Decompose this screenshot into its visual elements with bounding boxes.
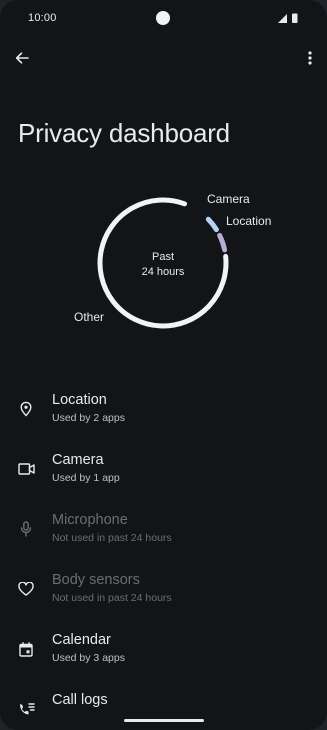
permission-title: Location [52, 392, 107, 408]
more-options-button[interactable] [296, 44, 324, 72]
signal-battery-icons [278, 13, 298, 23]
permission-item-microphone[interactable]: Microphone Not used in past 24 hours [0, 497, 327, 557]
location-pin-icon [16, 399, 36, 419]
permission-title: Body sensors [52, 572, 140, 588]
back-button[interactable] [8, 44, 36, 72]
permission-status: Used by 1 app [52, 472, 120, 484]
arrow-back-icon [15, 52, 29, 64]
page-title: Privacy dashboard [18, 118, 230, 148]
app-bar [0, 40, 327, 76]
donut-segment-location [217, 232, 228, 253]
permission-title: Microphone [52, 512, 128, 528]
permission-status: Used by 3 apps [52, 652, 125, 664]
status-time: 10:00 [28, 12, 57, 24]
battery-icon [292, 13, 298, 23]
permission-title: Camera [52, 452, 104, 468]
calendar-icon [16, 639, 36, 659]
permission-status: Not used in past 24 hours [52, 532, 172, 544]
donut-center-line1: Past [151, 251, 174, 263]
screen: 10:00 Privacy dashboard Past 24 hours Ca… [0, 0, 327, 730]
permission-item-calendar[interactable]: Calendar Used by 3 apps [0, 617, 327, 677]
heart-icon [16, 579, 36, 599]
permission-item-call-logs[interactable]: Call logs [0, 677, 327, 730]
permission-title: Calendar [52, 632, 111, 648]
donut-center-text: Past 24 hours [95, 250, 231, 280]
status-bar: 10:00 [0, 0, 327, 36]
signal-icon [278, 14, 287, 23]
permission-status: Not used in past 24 hours [52, 592, 172, 604]
permission-title: Call logs [52, 692, 108, 708]
videocam-icon [16, 459, 36, 479]
camera-cutout [156, 11, 170, 25]
gesture-nav-handle[interactable] [124, 719, 204, 722]
donut-label-location: Location [226, 214, 272, 228]
permission-item-body-sensors[interactable]: Body sensors Not used in past 24 hours [0, 557, 327, 617]
permission-item-camera[interactable]: Camera Used by 1 app [0, 437, 327, 497]
permission-item-location[interactable]: Location Used by 2 apps [0, 377, 327, 437]
permission-list: Location Used by 2 apps Camera Used by 1… [0, 377, 327, 730]
more-vert-icon [308, 51, 312, 65]
permission-status: Used by 2 apps [52, 412, 125, 424]
donut-segment-camera [205, 216, 219, 233]
microphone-icon [16, 519, 36, 539]
donut-label-other: Other [74, 310, 105, 324]
call-log-icon [16, 699, 36, 719]
donut-label-camera: Camera [207, 192, 250, 206]
donut-center-line2: 24 hours [141, 266, 185, 278]
